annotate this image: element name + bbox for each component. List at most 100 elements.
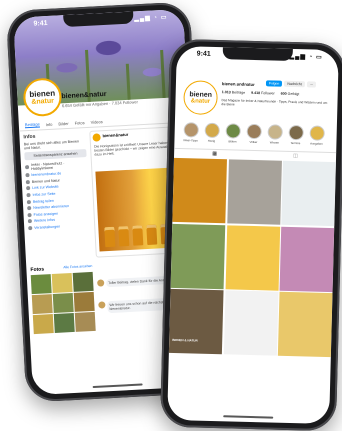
share-icon (26, 199, 31, 204)
grid-post-thumbnail[interactable] (281, 160, 336, 227)
intro-item-link[interactable]: Infos zur Seite (32, 192, 55, 197)
grid-post-thumbnail[interactable] (226, 159, 282, 225)
tab-info[interactable]: Info (46, 121, 53, 126)
highlight-item[interactable]: Ausgaben (308, 125, 325, 146)
stat-followers[interactable]: 9.418 Follower (251, 91, 275, 96)
stat-value: 1.013 (221, 90, 231, 95)
all-photos-link[interactable]: Alle Fotos ansehen (63, 264, 92, 272)
intro-item-link[interactable]: Beitrag teilen (33, 198, 54, 203)
highlight-item[interactable]: Honig (203, 122, 220, 143)
website-link[interactable]: bienenundnatur.de (31, 172, 61, 178)
tab-images[interactable]: Bilder (58, 120, 68, 126)
intro-item-link[interactable]: Newsletter abonnieren (33, 204, 69, 210)
photos-grid (30, 271, 96, 335)
photo-thumbnail[interactable] (73, 291, 95, 312)
grid-post-thumbnail[interactable] (172, 157, 227, 224)
highlight-label: Blüten (228, 139, 237, 144)
stat-value: 9.418 (251, 90, 261, 96)
highlight-cover (246, 123, 262, 140)
commenter-avatar[interactable] (98, 301, 106, 309)
grid-post-caption: BIENEN & NATUR (172, 337, 198, 343)
intro-item-link[interactable]: Veranstaltungen (34, 224, 60, 229)
home-indicator[interactable] (92, 383, 143, 389)
profile-stats: 1.013 Beiträge 9.418 Follower 600 Gefolg… (222, 90, 300, 96)
grid-post-thumbnail[interactable]: BIENEN & NATUR (168, 288, 224, 355)
photo-thumbnail[interactable] (51, 272, 73, 294)
profile-username: bienen.undnatur (221, 81, 255, 87)
highlight-label: Völker (249, 139, 258, 145)
tab-posts[interactable]: Beiträge (24, 121, 40, 129)
stat-label: Gefolgt (287, 91, 300, 97)
highlight-item[interactable]: Imker-Tipps (182, 122, 199, 143)
story-highlights: Imker-Tipps Honig Blüten Völker Wissen Termin… (182, 122, 325, 146)
photos-heading: Fotos (30, 266, 45, 274)
stat-label: Follower (261, 91, 275, 96)
intro-item-label: Bienen und Natur (31, 178, 60, 184)
instagram-screen: 9:41 ▂▄▆ ◔ ▭ bienen &natur bienen.undnat… (167, 45, 339, 425)
profile-bio: Das Magazin für Imker & Naturfreunde · T… (221, 98, 328, 107)
photo-thumbnail[interactable] (31, 294, 53, 315)
highlight-cover (183, 122, 199, 138)
message-button[interactable]: Nachricht (284, 80, 305, 88)
highlight-label: Wissen (269, 140, 280, 145)
photo-thumbnail[interactable] (74, 311, 96, 332)
photo-thumbnail[interactable] (52, 292, 74, 313)
grid-post-thumbnail[interactable] (170, 223, 226, 289)
home-indicator[interactable] (223, 415, 274, 419)
tagged-icon[interactable]: ◫ (293, 153, 298, 159)
grid-icon[interactable]: ▦ (212, 151, 217, 157)
profile-actions: Folgen Nachricht ⋯ (265, 80, 317, 88)
highlight-cover (204, 122, 220, 139)
post-author-avatar[interactable] (92, 133, 101, 142)
intro-item[interactable]: Veranstaltungen (28, 223, 90, 231)
flag-icon (26, 193, 31, 198)
stat-label: Beiträge (231, 90, 246, 95)
photo-thumbnail[interactable] (30, 274, 52, 295)
highlight-cover (308, 125, 325, 141)
instagram-phone-mockup: 9:41 ▂▄▆ ◔ ▭ bienen &natur bienen.undnat… (159, 38, 342, 431)
stat-value: 600 (280, 91, 287, 96)
tab-photos[interactable]: Fotos (74, 120, 84, 126)
intro-item-label: Imker · Naturschutz · Hobbyimkerei (30, 160, 65, 171)
stat-posts[interactable]: 1.013 Beiträge (222, 90, 245, 95)
highlight-item[interactable]: Blüten (224, 123, 241, 144)
highlight-label: Ausgaben (310, 141, 323, 146)
intro-item-link[interactable]: Weitere Infos (34, 218, 55, 223)
logo-text-natur: &natur (190, 97, 211, 105)
profile-avatar-logo[interactable]: bienen &natur (183, 80, 219, 116)
post-author-name[interactable]: bienen&natur (102, 132, 128, 138)
lavender-stem (160, 49, 166, 98)
photo-thumbnail[interactable] (53, 312, 75, 333)
tag-icon (25, 179, 30, 185)
tab-videos[interactable]: Videos (90, 119, 102, 125)
intro-panel: Infos Bei uns dreht sich alles um Bienen… (23, 131, 90, 233)
calendar-icon (28, 225, 33, 231)
photo-thumbnail[interactable] (72, 271, 94, 292)
signal-wifi-battery-icon: ▂▄▆ ◔ ▭ (134, 14, 168, 23)
grid-post-thumbnail[interactable] (225, 224, 280, 291)
link-icon (26, 186, 31, 191)
honey-jar (132, 225, 144, 246)
highlight-item[interactable]: Termine (287, 124, 304, 146)
stat-following[interactable]: 600 Gefolgt (281, 92, 300, 96)
more-options-icon[interactable]: ⋯ (306, 81, 317, 88)
grid-post-thumbnail[interactable] (277, 291, 333, 358)
intro-item-link[interactable]: Fotos anzeigen (33, 211, 58, 216)
status-time: 9:41 (196, 50, 211, 58)
globe-icon (25, 173, 30, 178)
highlight-cover (288, 124, 304, 141)
commenter-avatar[interactable] (97, 279, 105, 287)
intro-item: Imker · Naturschutz · Hobbyimkerei (24, 160, 87, 171)
highlight-item[interactable]: Wissen (266, 124, 283, 145)
highlight-label: Termine (290, 140, 301, 146)
photo-thumbnail[interactable] (32, 314, 54, 335)
grid-post-thumbnail[interactable] (279, 226, 335, 292)
page-transparency-button[interactable]: Seitentransparenz ansehen (24, 149, 87, 161)
honey-jar (104, 226, 116, 248)
intro-item-link[interactable]: Link zur Website (32, 185, 59, 190)
highlight-item[interactable]: Völker (245, 123, 262, 145)
info-icon (24, 164, 30, 169)
follow-button[interactable]: Folgen (265, 80, 283, 87)
grid-post-thumbnail[interactable] (223, 290, 279, 356)
photo-icon (27, 212, 32, 217)
